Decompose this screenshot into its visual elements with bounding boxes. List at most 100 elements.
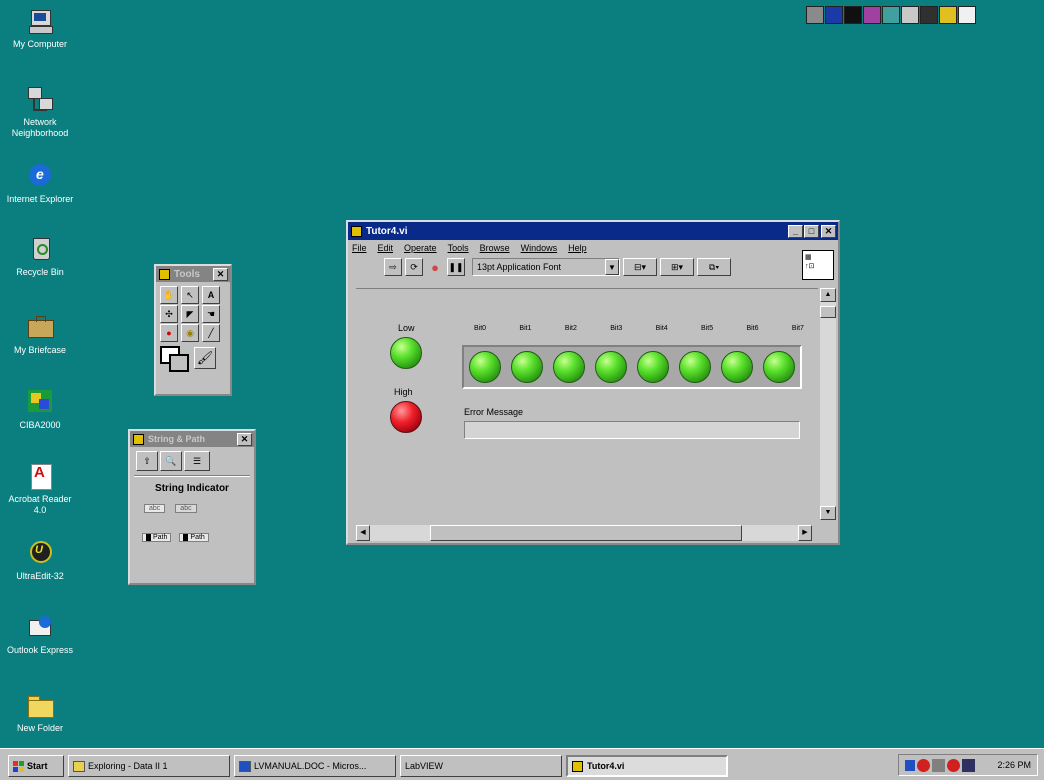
error-message-indicator[interactable] — [464, 421, 800, 439]
desktop-icon-internet-explorer[interactable]: e Internet Explorer — [2, 163, 78, 205]
scroll-left-icon[interactable]: ◀ — [356, 525, 370, 541]
scroll-up-icon[interactable]: ▲ — [820, 288, 836, 302]
menu-windows[interactable]: Windows — [521, 243, 558, 253]
desktop-icon-acrobat-reader[interactable]: A Acrobat Reader 4.0 — [2, 463, 78, 516]
high-led[interactable] — [390, 401, 422, 433]
vertical-scrollbar[interactable]: ▲ ▼ — [820, 288, 836, 520]
app-launch-icon[interactable] — [844, 6, 862, 24]
desktop: My Computer Network Neighborhood e Inter… — [0, 0, 1044, 748]
tray-speaker-icon[interactable] — [905, 759, 915, 771]
desktop-icon-my-computer[interactable]: My Computer — [2, 8, 78, 50]
scroll-hand-icon[interactable]: ☚ — [202, 305, 220, 323]
path-indicator-item[interactable]: Path — [179, 533, 209, 542]
bit-led[interactable] — [595, 351, 627, 383]
close-icon[interactable]: ✕ — [237, 432, 252, 446]
taskbar-button-exploring[interactable]: Exploring - Data II 1 — [68, 755, 230, 777]
string-indicator-item[interactable]: abc — [144, 504, 166, 513]
menu-file[interactable]: File — [352, 243, 367, 253]
color-swatch-icon[interactable] — [160, 346, 189, 372]
label-text-icon[interactable]: A — [202, 286, 220, 304]
options-icon[interactable]: ☰ — [184, 451, 210, 471]
menu-edit[interactable]: Edit — [378, 243, 394, 253]
align-objects-icon[interactable]: ⊟▾ — [623, 258, 657, 276]
maximize-icon[interactable]: □ — [804, 224, 819, 238]
app-launch-icon[interactable] — [920, 6, 938, 24]
run-arrow-icon[interactable]: ⇨ — [384, 258, 402, 276]
tools-palette-titlebar[interactable]: Tools ✕ — [156, 266, 230, 282]
vertical-scroll-thumb[interactable] — [820, 306, 836, 318]
desktop-icon-new-folder[interactable]: New Folder — [2, 692, 78, 734]
menu-help[interactable]: Help — [568, 243, 587, 253]
taskbar-button-word[interactable]: LVMANUAL.DOC - Micros... — [234, 755, 396, 777]
bit-led[interactable] — [553, 351, 585, 383]
position-arrow-icon[interactable]: ↖ — [181, 286, 199, 304]
wiring-spool-icon[interactable]: ✣ — [160, 305, 178, 323]
bit-led[interactable] — [679, 351, 711, 383]
bit-led[interactable] — [511, 351, 543, 383]
tray-app-icon[interactable] — [947, 758, 960, 772]
desktop-icon-outlook-express[interactable]: Outlook Express — [2, 614, 78, 656]
app-launch-icon[interactable] — [958, 6, 976, 24]
low-led[interactable] — [390, 337, 422, 369]
desktop-icon-recycle-bin[interactable]: Recycle Bin — [2, 236, 78, 278]
up-arrow-icon[interactable]: ⇧ — [136, 451, 158, 471]
bit-led[interactable] — [763, 351, 795, 383]
operate-hand-icon[interactable]: ✋ — [160, 286, 178, 304]
word-icon — [239, 760, 251, 772]
pause-icon[interactable]: ❚❚ — [447, 258, 465, 276]
string-indicator-item[interactable]: abc — [175, 504, 197, 513]
menu-browse[interactable]: Browse — [480, 243, 510, 253]
app-launch-icon[interactable] — [806, 6, 824, 24]
taskbar-button-labview[interactable]: LabVIEW — [400, 755, 562, 777]
search-icon[interactable]: 🔍 — [160, 451, 182, 471]
system-tray: 2:26 PM — [898, 754, 1038, 776]
path-indicator-item[interactable]: Path — [142, 533, 172, 542]
bit-led[interactable] — [469, 351, 501, 383]
bit-led[interactable] — [721, 351, 753, 383]
probe-icon[interactable]: ◉ — [181, 324, 199, 342]
string-palette-title: String & Path — [148, 434, 206, 444]
app-launch-icon[interactable] — [901, 6, 919, 24]
vi-connector-icon[interactable]: ▦ ↑⊡ — [802, 250, 834, 280]
run-continuous-icon[interactable]: ⟳ — [405, 258, 423, 276]
string-palette-titlebar[interactable]: String & Path ✕ — [130, 431, 254, 447]
clock[interactable]: 2:26 PM — [997, 760, 1031, 770]
minimize-icon[interactable]: _ — [788, 224, 803, 238]
app-launch-icon[interactable] — [863, 6, 881, 24]
horizontal-scrollbar[interactable]: ◀ ▶ — [356, 525, 812, 541]
tray-app-icon[interactable] — [917, 758, 930, 772]
menu-operate[interactable]: Operate — [404, 243, 437, 253]
close-icon[interactable]: ✕ — [821, 224, 836, 238]
chevron-down-icon[interactable]: ▼ — [605, 259, 619, 275]
menu-tools[interactable]: Tools — [448, 243, 469, 253]
tray-app-icon[interactable] — [932, 758, 945, 772]
paintbrush-icon[interactable]: 🖌 — [194, 347, 216, 369]
scroll-down-icon[interactable]: ▼ — [820, 506, 836, 520]
scroll-right-icon[interactable]: ▶ — [798, 525, 812, 541]
distribute-objects-icon[interactable]: ⊞▾ — [660, 258, 694, 276]
desktop-icon-ciba2000[interactable]: CIBA2000 — [2, 389, 78, 431]
horizontal-scroll-thumb[interactable] — [430, 525, 742, 541]
color-copy-icon[interactable]: ╱ — [202, 324, 220, 342]
tray-app-icon[interactable] — [962, 758, 975, 772]
breakpoint-icon[interactable]: ● — [160, 324, 178, 342]
desktop-icon-network-neighborhood[interactable]: Network Neighborhood — [2, 86, 78, 139]
bit-label: Bit4 — [655, 325, 668, 332]
app-launch-icon[interactable] — [939, 6, 957, 24]
desktop-icon-ultraedit[interactable]: U UltraEdit-32 — [2, 540, 78, 582]
bit-led[interactable] — [637, 351, 669, 383]
app-launch-icon[interactable] — [882, 6, 900, 24]
vi-menubar: File Edit Operate Tools Browse Windows H… — [348, 240, 838, 256]
app-launch-icon[interactable] — [825, 6, 843, 24]
desktop-icon-my-briefcase[interactable]: My Briefcase — [2, 314, 78, 356]
bit-label: Bit7 — [791, 325, 804, 332]
close-icon[interactable]: ✕ — [213, 267, 228, 281]
reorder-icon[interactable]: ⧉▾ — [697, 258, 731, 276]
vi-window-titlebar[interactable]: Tutor4.vi _ □ ✕ — [348, 222, 838, 240]
shortcut-menu-icon[interactable]: ◤ — [181, 305, 199, 323]
start-button[interactable]: Start — [8, 755, 64, 777]
font-select[interactable]: 13pt Application Font ▼ — [472, 258, 620, 276]
taskbar-button-tutor4[interactable]: Tutor4.vi — [566, 755, 728, 777]
abort-icon[interactable]: ● — [426, 258, 444, 276]
labview-icon — [572, 760, 583, 772]
